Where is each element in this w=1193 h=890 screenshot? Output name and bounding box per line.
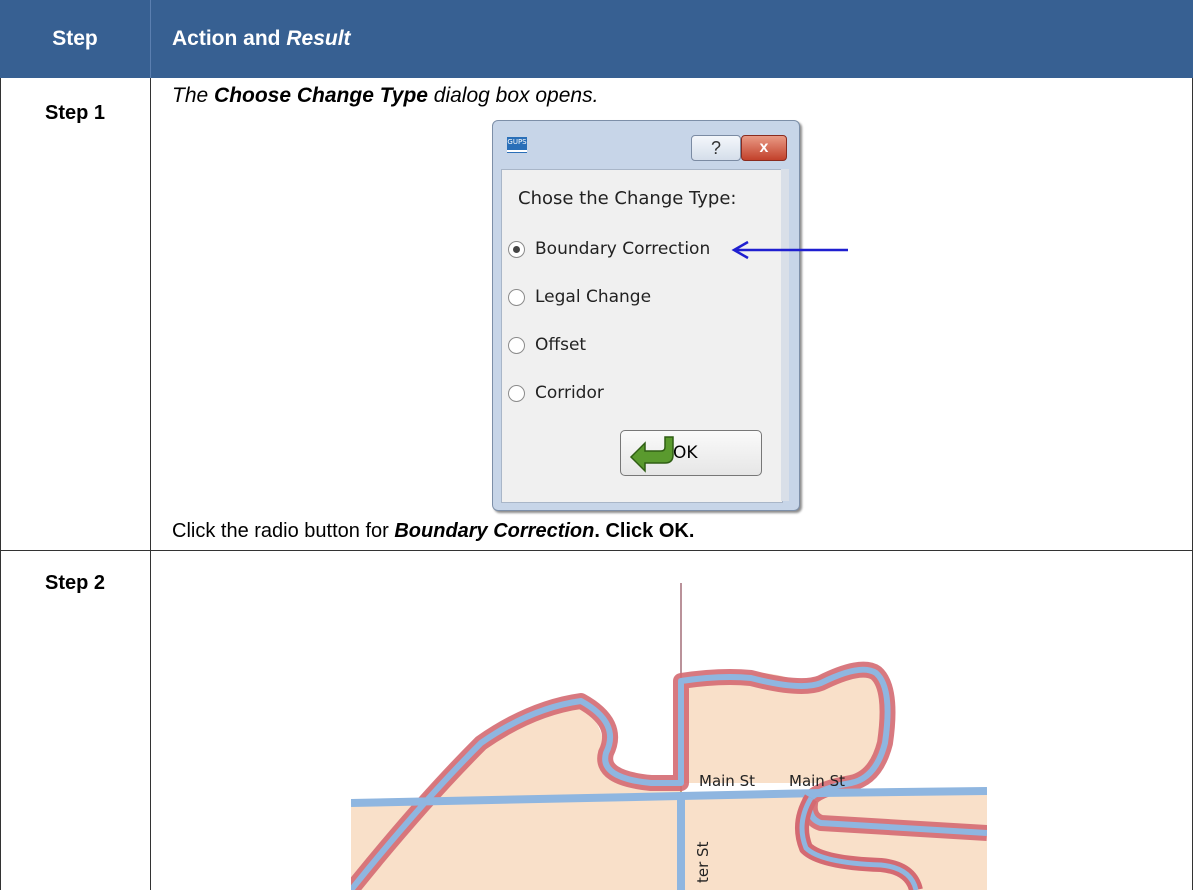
intro-pre: The bbox=[172, 84, 215, 107]
ok-label: OK bbox=[673, 443, 698, 463]
dialog-scrollbar[interactable] bbox=[781, 169, 789, 501]
map-label-main-st-1: Main St bbox=[699, 772, 755, 790]
radio-boundary-correction[interactable]: Boundary Correction bbox=[508, 234, 710, 264]
instruction-bold: Boundary Correction bbox=[394, 520, 595, 542]
instruction-post: . Click OK. bbox=[594, 520, 695, 542]
radio-icon[interactable] bbox=[508, 288, 525, 306]
radio-corridor[interactable]: Corridor bbox=[508, 378, 604, 408]
header-divider bbox=[150, 0, 151, 78]
header-action: Action and Result bbox=[172, 0, 351, 78]
header-step: Step bbox=[52, 27, 98, 50]
header-action-text: Action and bbox=[172, 27, 281, 50]
step-1-label: Step 1 bbox=[44, 102, 106, 124]
radio-label: Corridor bbox=[535, 383, 604, 403]
intro-bold: Choose Change Type bbox=[214, 84, 428, 107]
left-border bbox=[0, 78, 1, 890]
boundary-map: Main St Main St ter St bbox=[351, 583, 987, 890]
radio-offset[interactable]: Offset bbox=[508, 330, 586, 360]
row-divider bbox=[0, 550, 1193, 551]
radio-label: Boundary Correction bbox=[535, 239, 711, 259]
step-table: Step Action and Result Step 1 The Choose… bbox=[0, 0, 1193, 890]
intro-post: dialog box opens. bbox=[427, 84, 599, 107]
radio-label: Offset bbox=[535, 335, 587, 355]
ok-button[interactable]: OK bbox=[620, 430, 762, 476]
radio-label: Legal Change bbox=[535, 287, 652, 307]
header-action-italic: Result bbox=[286, 27, 351, 50]
pointer-arrow-icon bbox=[731, 240, 848, 260]
table-header: Step Action and Result bbox=[0, 0, 1193, 78]
radio-legal-change[interactable]: Legal Change bbox=[508, 282, 651, 312]
map-label-cross-street: ter St bbox=[694, 841, 712, 883]
dialog-prompt: Chose the Change Type: bbox=[518, 188, 737, 209]
dialog-titlebar: GUPS ? x bbox=[493, 121, 799, 161]
radio-icon[interactable] bbox=[508, 384, 525, 402]
step-1-instruction: Click the radio button for Boundary Corr… bbox=[172, 520, 694, 543]
dialog-body: Chose the Change Type: Boundary Correcti… bbox=[501, 169, 783, 503]
ok-arrow-icon bbox=[629, 436, 674, 473]
radio-selected-icon[interactable] bbox=[508, 240, 525, 258]
app-logo-icon: GUPS bbox=[507, 137, 527, 153]
radio-icon[interactable] bbox=[508, 336, 525, 354]
step-1-intro: The Choose Change Type dialog box opens. bbox=[172, 84, 598, 108]
map-label-main-st-2: Main St bbox=[789, 772, 845, 790]
close-button[interactable]: x bbox=[741, 135, 787, 161]
choose-change-type-dialog: GUPS ? x Chose the Change Type: Boundary… bbox=[492, 120, 800, 511]
help-button[interactable]: ? bbox=[691, 135, 741, 161]
instruction-pre: Click the radio button for bbox=[172, 520, 395, 542]
column-divider bbox=[150, 78, 151, 890]
step-2-label: Step 2 bbox=[44, 572, 106, 594]
